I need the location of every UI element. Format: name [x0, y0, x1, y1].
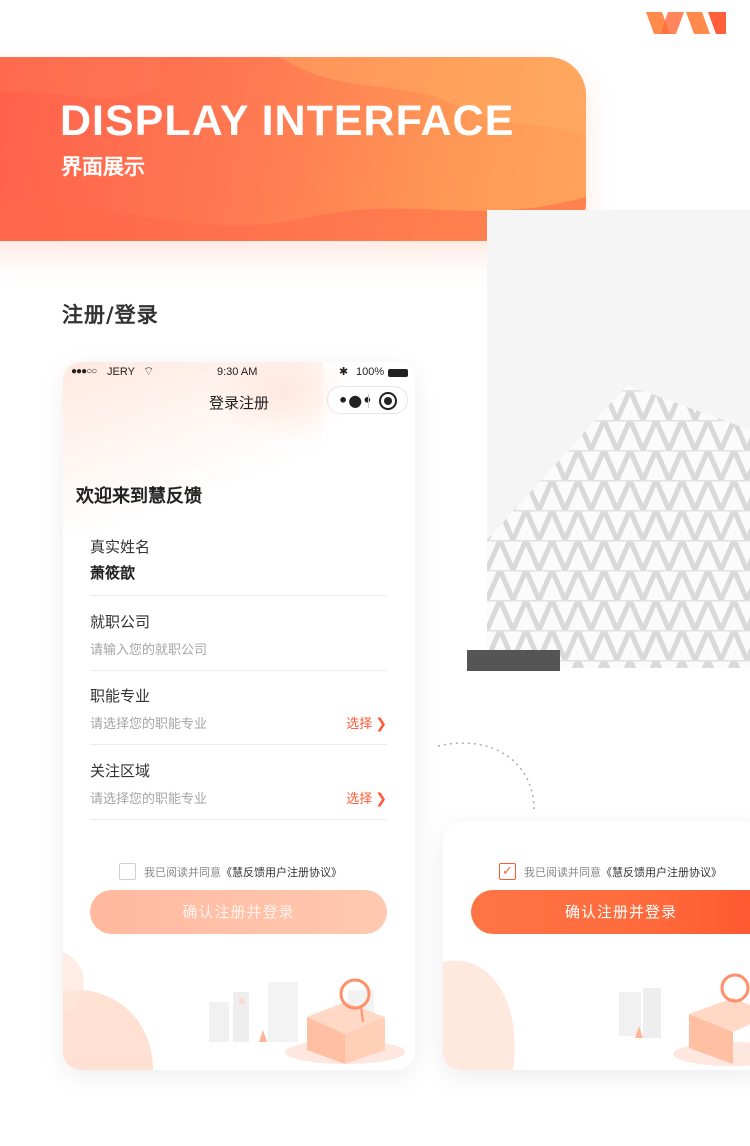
- miniprogram-capsule: •●•: [327, 386, 408, 414]
- gift-box-illustration: [443, 960, 750, 1070]
- signal-icon: ●●●○○: [71, 366, 97, 377]
- architecture-photo: [487, 210, 750, 668]
- capsule-divider: [368, 394, 369, 408]
- bluetooth-icon: ✱: [339, 366, 349, 378]
- agreement-link[interactable]: 《慧反馈用户注册协议》: [221, 866, 342, 879]
- chevron-right-icon: ❯: [375, 791, 387, 807]
- real-name-value[interactable]: 萧筱歆: [90, 562, 135, 583]
- select-label: 选择: [346, 792, 373, 807]
- banner-title: DISPLAY INTERFACE: [60, 97, 515, 145]
- connector-dotted-arc: [437, 742, 535, 811]
- company-field[interactable]: 就职公司 请输入您的就职公司: [90, 611, 387, 671]
- welcome-heading: 欢迎来到慧反馈: [76, 486, 202, 507]
- agreement-prefix: 我已阅读并同意: [144, 866, 221, 879]
- carrier-label: JERY: [107, 366, 135, 378]
- real-name-field[interactable]: 真实姓名 萧筱歆: [90, 536, 387, 596]
- agreement-prefix: 我已阅读并同意: [524, 866, 601, 879]
- section-title: 注册/登录: [62, 303, 159, 327]
- close-miniprogram-icon[interactable]: [379, 392, 397, 410]
- phone-screen-register: ●●●○○ JERY ⌔ 9:30 AM ✱ 100% 登录注册 •●• 欢迎来…: [63, 362, 415, 1070]
- field-label: 真实姓名: [90, 538, 151, 556]
- agreement-checkbox-checked[interactable]: ✓: [499, 863, 516, 880]
- banner-subtitle: 界面展示: [61, 155, 145, 179]
- phone-screen-register-checked: ✓ 我已阅读并同意《慧反馈用户注册协议》 确认注册并登录: [443, 822, 750, 1070]
- battery-percent: 100%: [356, 366, 385, 378]
- battery-icon: [388, 369, 408, 377]
- field-label: 关注区域: [90, 762, 151, 780]
- agreement-checkbox[interactable]: [119, 863, 136, 880]
- agreement-text: 我已阅读并同意《慧反馈用户注册协议》: [144, 864, 342, 880]
- profession-input[interactable]: 请选择您的职能专业: [90, 713, 207, 732]
- wifi-icon: ⌔: [143, 364, 155, 378]
- photo-dark-strip: [467, 650, 560, 671]
- profession-field[interactable]: 职能专业 请选择您的职能专业 选择 ❯: [90, 685, 387, 745]
- chevron-right-icon: ❯: [375, 716, 387, 732]
- company-input[interactable]: 请输入您的就职公司: [90, 639, 207, 658]
- focus-area-input[interactable]: 请选择您的职能专业: [90, 788, 207, 807]
- field-label: 职能专业: [90, 687, 151, 705]
- status-bar: ●●●○○ JERY ⌔ 9:30 AM ✱ 100%: [63, 362, 415, 382]
- status-time: 9:30 AM: [217, 366, 258, 378]
- agreement-link[interactable]: 《慧反馈用户注册协议》: [601, 866, 722, 879]
- focus-area-field[interactable]: 关注区域 请选择您的职能专业 选择 ❯: [90, 760, 387, 820]
- select-label: 选择: [346, 717, 373, 732]
- field-label: 就职公司: [90, 613, 151, 631]
- focus-area-select-button[interactable]: 选择 ❯: [346, 788, 387, 807]
- gift-box-illustration: [63, 952, 405, 1070]
- agreement-text: 我已阅读并同意《慧反馈用户注册协议》: [524, 864, 722, 880]
- brand-logo-icon: [646, 12, 726, 34]
- profession-select-button[interactable]: 选择 ❯: [346, 713, 387, 732]
